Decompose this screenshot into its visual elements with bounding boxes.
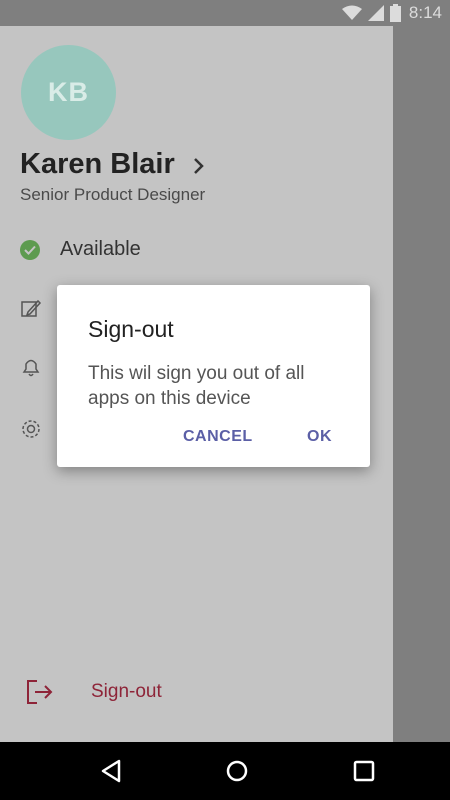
menu-item-notifications[interactable] xyxy=(20,356,42,378)
signal-icon xyxy=(367,5,384,21)
system-navigation-bar xyxy=(0,742,450,800)
chevron-right-icon xyxy=(193,157,204,174)
recents-icon xyxy=(353,760,375,782)
gear-icon xyxy=(22,420,40,438)
ok-button[interactable]: OK xyxy=(307,428,332,446)
home-button[interactable] xyxy=(222,756,252,786)
signout-dialog: Sign-out This wil sign you out of all ap… xyxy=(57,285,370,467)
profile-name: Karen Blair xyxy=(20,148,175,180)
dialog-title: Sign-out xyxy=(88,316,174,342)
back-icon xyxy=(101,759,121,783)
dialog-message: This wil sign you out of all apps on thi… xyxy=(88,363,305,409)
menu-item-settings[interactable] xyxy=(20,418,42,440)
signout-menu-item[interactable]: Sign-out xyxy=(25,678,162,706)
profile-job-title: Senior Product Designer xyxy=(20,185,206,204)
profile-name-row[interactable]: Karen Blair xyxy=(20,148,205,181)
avatar-initials: KB xyxy=(48,77,89,107)
recents-button[interactable] xyxy=(349,756,379,786)
menu-item-status-message[interactable] xyxy=(20,298,42,320)
avatar[interactable]: KB xyxy=(21,45,116,140)
back-button[interactable] xyxy=(96,756,126,786)
cancel-button[interactable]: CANCEL xyxy=(183,428,253,446)
wifi-icon xyxy=(341,5,362,20)
battery-icon xyxy=(389,4,401,22)
availability-label: Available xyxy=(60,238,141,260)
menu-item-availability[interactable]: Available xyxy=(20,238,141,261)
drawer-scrim[interactable] xyxy=(393,26,450,742)
bell-icon xyxy=(22,359,40,377)
home-icon xyxy=(226,760,248,782)
status-time: 8:14 xyxy=(408,3,442,22)
signout-label: Sign-out xyxy=(91,681,162,702)
status-bar: 8:14 xyxy=(0,0,450,26)
status-check-icon xyxy=(20,239,40,260)
edit-icon xyxy=(21,299,42,317)
signout-icon xyxy=(27,680,53,704)
